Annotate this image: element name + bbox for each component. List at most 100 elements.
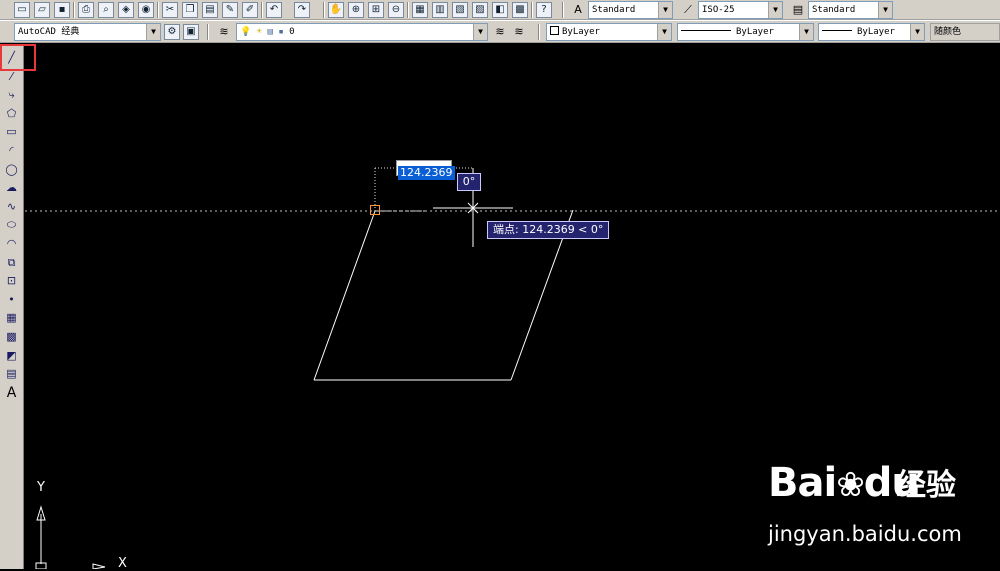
toolbar-separator: [407, 2, 409, 18]
linetype-value: ByLayer: [736, 27, 774, 37]
workspace-settings-icon[interactable]: ⚙: [164, 24, 180, 40]
table-style-value: Standard: [812, 5, 856, 15]
watermark-brand-prefix: Bai: [768, 460, 837, 506]
markup-icon[interactable]: ◧: [492, 2, 508, 18]
chevron-down-icon[interactable]: ▼: [473, 24, 487, 40]
dimension-style-select[interactable]: ISO-25 ▼: [698, 1, 783, 19]
new-icon[interactable]: ▭: [14, 2, 30, 18]
dynamic-length-input[interactable]: 124.2369: [396, 160, 455, 180]
baidu-watermark: Bai❀du 经验 jingyan.baidu.com: [768, 458, 1000, 558]
ellipse-arc-icon[interactable]: ◠: [3, 236, 20, 252]
paste-icon[interactable]: ▤: [202, 2, 218, 18]
chevron-down-icon[interactable]: ▼: [878, 2, 892, 18]
match-properties-icon[interactable]: ✎: [222, 2, 238, 18]
ucs-y-label: Y: [37, 480, 45, 495]
toolbar-separator: [261, 2, 263, 18]
toolbar-separator: [157, 2, 159, 18]
undo-icon[interactable]: ↶: [266, 2, 282, 18]
rectangle-icon[interactable]: ▭: [3, 124, 20, 140]
3d-dwf-icon[interactable]: ◉: [138, 2, 154, 18]
arc-icon[interactable]: ◜: [3, 143, 20, 159]
make-block-icon[interactable]: ⊡: [3, 273, 20, 289]
table-style-select[interactable]: Standard ▼: [808, 1, 893, 19]
layer-freeze-icon[interactable]: ☀: [257, 27, 262, 37]
layer-on-icon[interactable]: 💡: [240, 27, 251, 37]
watermark-url: jingyan.baidu.com: [768, 522, 962, 546]
chevron-down-icon[interactable]: ▼: [799, 24, 813, 40]
dimension-style-icon[interactable]: ⟋: [680, 2, 696, 18]
point-icon[interactable]: •: [3, 292, 20, 308]
publish-icon[interactable]: ◈: [118, 2, 134, 18]
text-style-icon[interactable]: A: [570, 2, 586, 18]
toolbar-separator: [323, 2, 325, 18]
pan-icon[interactable]: ✋: [328, 2, 344, 18]
layer-select[interactable]: 💡 ☀ ▤ ▪ 0 ▼: [236, 23, 488, 41]
spline-icon[interactable]: ∿: [3, 199, 20, 215]
toolbar-separator: [207, 24, 209, 40]
help-icon[interactable]: ?: [536, 2, 552, 18]
polar-tracking-tooltip: 端点: 124.2369 < 0°: [487, 221, 610, 239]
circle-icon[interactable]: ◯: [3, 162, 20, 178]
make-object-layer-current-icon[interactable]: ≋: [492, 24, 508, 40]
open-icon[interactable]: ▱: [34, 2, 50, 18]
chevron-down-icon[interactable]: ▼: [657, 24, 671, 40]
revision-cloud-icon[interactable]: ☁: [3, 180, 20, 196]
toolbar-separator: [538, 24, 540, 40]
layers-properties-toolbar: AutoCAD 经典 ▼ ⚙ ▣ ≋ 💡 ☀ ▤ ▪ 0 ▼ ≋ ≋ ByLaye…: [0, 20, 1000, 43]
linetype-select[interactable]: ByLayer ▼: [677, 23, 814, 41]
design-center-icon[interactable]: ▥: [432, 2, 448, 18]
polyline-icon[interactable]: ⤷: [3, 87, 20, 103]
plot-style-select[interactable]: 随颜色: [930, 23, 1000, 41]
lineweight-value: ByLayer: [857, 27, 895, 37]
plot-icon[interactable]: ⎙: [78, 2, 94, 18]
copy-icon[interactable]: ❐: [182, 2, 198, 18]
dynamic-length-value: 124.2369: [398, 166, 455, 180]
text-style-select[interactable]: Standard ▼: [588, 1, 673, 19]
cut-icon[interactable]: ✂: [162, 2, 178, 18]
layer-value: 0: [289, 27, 295, 37]
layer-lock-icon[interactable]: ▤: [267, 27, 272, 37]
zoom-previous-icon[interactable]: ⊖: [388, 2, 404, 18]
toolbar-separator: [73, 2, 75, 18]
chevron-down-icon[interactable]: ▼: [658, 2, 672, 18]
hatch-icon[interactable]: ▦: [3, 310, 20, 326]
toolbar-separator: [562, 2, 564, 18]
insert-block-icon[interactable]: ⧉: [3, 255, 20, 271]
block-editor-icon[interactable]: ✐: [242, 2, 258, 18]
zoom-realtime-icon[interactable]: ⊕: [348, 2, 364, 18]
line-tool-highlight: [0, 44, 36, 71]
color-select[interactable]: ByLayer ▼: [546, 23, 672, 41]
calculator-icon[interactable]: ▩: [512, 2, 528, 18]
plot-preview-icon[interactable]: ⌕: [98, 2, 114, 18]
table-style-icon[interactable]: ▤: [790, 2, 806, 18]
layer-color-icon[interactable]: ▪: [278, 27, 283, 37]
properties-icon[interactable]: ▦: [412, 2, 428, 18]
layer-manager-icon[interactable]: ≋: [216, 24, 232, 40]
endpoint-snap-marker-icon: [370, 205, 380, 215]
multiline-text-icon[interactable]: A: [3, 385, 20, 401]
color-swatch-icon: [550, 26, 559, 35]
layer-previous-icon[interactable]: ≋: [511, 24, 527, 40]
sheet-set-icon[interactable]: ▨: [472, 2, 488, 18]
gradient-icon[interactable]: ▩: [3, 329, 20, 345]
chevron-down-icon[interactable]: ▼: [146, 24, 160, 40]
paw-icon: ❀: [836, 465, 864, 505]
save-icon[interactable]: ▪: [54, 2, 70, 18]
dynamic-angle-value: 0°: [462, 175, 476, 188]
chevron-down-icon[interactable]: ▼: [768, 2, 782, 18]
tool-palettes-icon[interactable]: ▧: [452, 2, 468, 18]
color-value: ByLayer: [562, 27, 600, 37]
redo-icon[interactable]: ↷: [294, 2, 310, 18]
lineweight-select[interactable]: ByLayer ▼: [818, 23, 925, 41]
chevron-down-icon[interactable]: ▼: [910, 24, 924, 40]
region-icon[interactable]: ◩: [3, 348, 20, 364]
polygon-icon[interactable]: ⬠: [3, 106, 20, 122]
dynamic-angle-input[interactable]: 0°: [457, 173, 481, 191]
ellipse-icon[interactable]: ⬭: [3, 217, 20, 233]
standard-toolbar: ▭ ▱ ▪ ⎙ ⌕ ◈ ◉ ✂ ❐ ▤ ✎ ✐ ↶ ↷ ✋ ⊕ ⊞ ⊖ ▦ ▥ …: [0, 0, 1000, 20]
zoom-window-icon[interactable]: ⊞: [368, 2, 384, 18]
my-workspace-icon[interactable]: ▣: [183, 24, 199, 40]
table-icon[interactable]: ▤: [3, 366, 20, 382]
workspace-select[interactable]: AutoCAD 经典 ▼: [14, 23, 161, 41]
text-style-value: Standard: [592, 5, 636, 15]
